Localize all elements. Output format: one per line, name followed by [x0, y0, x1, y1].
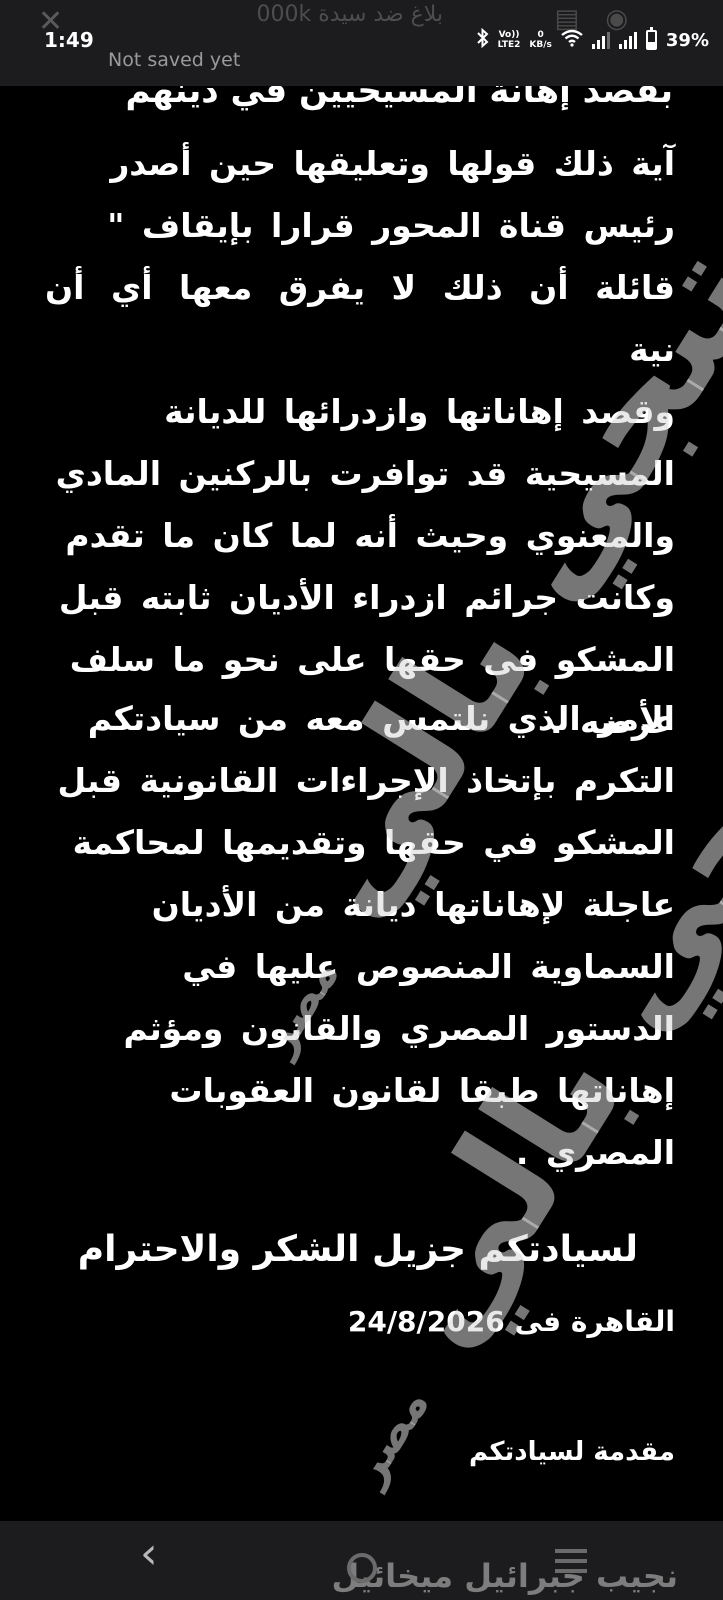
top-bar: ✕ بلاغ ضد سيدة 000k ▤ ◉ 1:49 Vo)) LTE2 0… [0, 0, 723, 86]
paragraph-1-line: وكانت جرائم ازدراء الأديان ثابته قبل [58, 578, 675, 617]
status-icons: Vo)) LTE2 0 KB/s 39% [476, 27, 709, 53]
paragraph-2-line: المشكو في حقها وتقديمها لمحاكمة [72, 823, 675, 862]
paragraph-2: الأمر الذي نلتمس معه من سيادتكم التكرم ب… [45, 688, 675, 1184]
bluetooth-icon [476, 27, 489, 53]
signal-icon-sim2 [618, 31, 637, 49]
net-speed-value: 0 [537, 30, 544, 40]
paragraph-1-line: آية ذلك قولها وتعليقها حين أصدر [110, 144, 675, 183]
volte-bottom-label: LTE2 [497, 40, 521, 50]
paragraph-2-line: الدستور المصري والقانون ومؤثم [123, 1009, 675, 1048]
back-chevron-icon[interactable]: ‹ [140, 1529, 158, 1579]
bottom-navigation-bar: ‹ نجيب جبرائيل ميخائيل [0, 1521, 723, 1600]
closing-line: لسيادتكم جزيل الشكر والاحترام [77, 1229, 638, 1270]
paragraph-1-line: والمعنوي وحيث أنه لما كان ما تقدم [65, 516, 675, 555]
paragraph-2-line: التكرم بإتخاذ الإجراءات القانونية قبل [57, 761, 675, 800]
paragraph-1-line: قائلة أن ذلك لا يفرق معها أي أن نية [45, 268, 675, 369]
paragraph-2-line: عاجلة لإهاناتها ديانة من الأديان [151, 885, 675, 924]
document-body[interactable]: بقصد إهانة المسيحيين في دينهم آية ذلك قو… [0, 0, 723, 1520]
paragraph-2-line: الأمر الذي نلتمس معه من سيادتكم [87, 699, 675, 738]
battery-icon [645, 27, 657, 50]
volte-indicator: Vo)) LTE2 [498, 30, 521, 50]
paragraph-1-line: وقصد إهاناتها وازدرائها للديانة [164, 392, 675, 431]
signal-icon-sim1 [591, 31, 610, 49]
paragraph-1: آية ذلك قولها وتعليقها حين أصدر رئيس قنا… [45, 133, 675, 753]
battery-percent: 39% [665, 29, 709, 51]
presented-by: مقدمة لسيادتكم [469, 1437, 675, 1467]
paragraph-2-line: المصري . [515, 1133, 675, 1172]
paragraph-2-line: إهاناتها طبقا لقانون العقوبات [169, 1071, 675, 1110]
volte-top-label: Vo)) [498, 30, 520, 40]
ghost-document-title: بلاغ ضد سيدة 000k [256, 2, 443, 27]
status-time: 1:49 [44, 28, 94, 52]
paragraph-1-line: رئيس قناة المحور قرارا بإيقاف " [107, 206, 675, 245]
paragraph-2-line: السماوية المنصوص عليها في [182, 947, 675, 986]
save-status: Not saved yet [108, 49, 241, 71]
net-speed-unit: KB/s [529, 40, 552, 50]
recents-icon[interactable] [555, 1549, 587, 1573]
paragraph-1-line: المسيحية قد توافرت بالركنين المادي [55, 454, 675, 493]
home-icon[interactable] [347, 1553, 377, 1583]
wifi-icon [561, 29, 583, 52]
signer-name: نجيب جبرائيل ميخائيل [331, 1557, 678, 1595]
paragraph-1-line: المشكو فى حقها على نحو ما سلف [69, 640, 675, 679]
net-speed: 0 KB/s [529, 30, 551, 50]
dateline: القاهرة فى 24/8/2026 [347, 1305, 675, 1338]
